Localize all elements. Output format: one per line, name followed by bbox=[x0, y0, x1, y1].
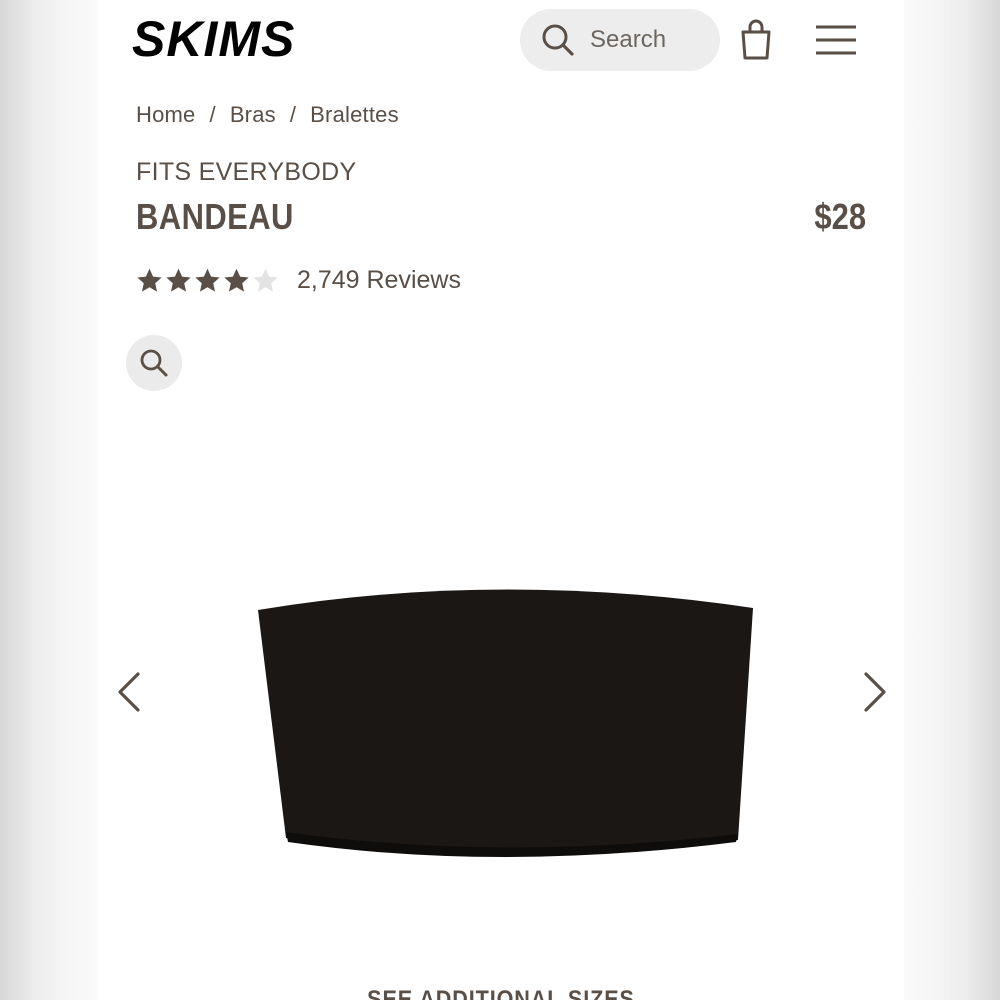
zoom-icon bbox=[140, 349, 168, 377]
breadcrumb-separator: / bbox=[289, 102, 297, 127]
shopping-bag-icon[interactable] bbox=[738, 18, 774, 62]
breadcrumb-separator: / bbox=[209, 102, 216, 127]
product-price: $28 bbox=[814, 196, 866, 237]
zoom-button[interactable] bbox=[126, 335, 182, 391]
svg-text:SKIMS: SKIMS bbox=[132, 11, 295, 66]
product-collection: FITS EVERYBODY bbox=[136, 158, 357, 186]
brand-logo[interactable]: SKIMS bbox=[132, 10, 322, 66]
search-icon bbox=[542, 24, 574, 56]
hamburger-menu-icon[interactable] bbox=[814, 24, 858, 56]
search-bar[interactable]: Search bbox=[520, 9, 720, 71]
breadcrumb-bralettes[interactable]: Bralettes bbox=[310, 102, 399, 128]
product-image[interactable] bbox=[248, 570, 768, 870]
chevron-right-icon[interactable] bbox=[860, 670, 890, 714]
star-rating bbox=[136, 267, 279, 294]
see-additional-sizes-link[interactable]: SEE ADDITIONAL SIZES bbox=[138, 986, 863, 1000]
star-icon bbox=[166, 268, 191, 292]
product-rating[interactable]: 2,749 Reviews bbox=[136, 266, 461, 295]
reviews-link[interactable]: 2,749 Reviews bbox=[297, 266, 461, 295]
right-blur-margin bbox=[904, 0, 1000, 1000]
chevron-left-icon[interactable] bbox=[114, 670, 144, 714]
breadcrumb-bras[interactable]: Bras bbox=[230, 102, 276, 128]
mobile-page: SKIMS Search Home / Bras / Bralettes FIT… bbox=[98, 0, 904, 1000]
product-title: BANDEAU bbox=[136, 196, 294, 237]
breadcrumb-home[interactable]: Home bbox=[136, 102, 196, 128]
star-icon bbox=[195, 268, 220, 292]
breadcrumb: Home / Bras / Bralettes bbox=[136, 102, 399, 128]
star-icon bbox=[137, 268, 162, 292]
star-icon bbox=[224, 268, 249, 292]
search-placeholder: Search bbox=[590, 26, 667, 53]
left-blur-margin bbox=[0, 0, 98, 1000]
star-empty-icon bbox=[253, 268, 278, 292]
